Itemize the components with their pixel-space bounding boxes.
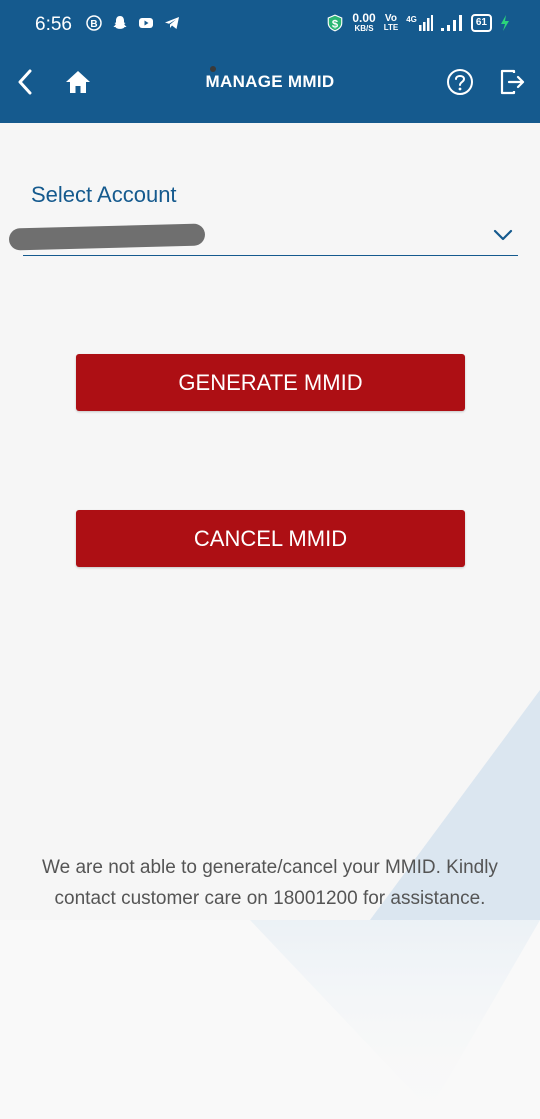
svg-text:$: $ <box>332 18 339 30</box>
volte-top: Vo <box>384 12 397 24</box>
help-button[interactable] <box>444 66 476 98</box>
redacted-account-number <box>8 223 206 251</box>
chevron-down-icon <box>493 229 513 241</box>
status-time: 6:56 <box>35 14 72 35</box>
speed-value: 0.00 <box>352 11 376 25</box>
status-bar: 6:56 B $ 0.00 KB/S Vo LTE 4G 61 <box>0 0 540 50</box>
data-saver-icon: $ <box>328 14 343 31</box>
info-message: We are not able to generate/cancel your … <box>42 857 498 909</box>
notification-icons: B <box>86 15 180 31</box>
cancel-mmid-button[interactable]: CANCEL MMID <box>76 510 465 567</box>
charging-icon <box>501 14 509 31</box>
network-type: 4G <box>406 14 417 24</box>
volte-indicator: Vo LTE <box>383 12 399 32</box>
network-speed: 0.00 KB/S <box>352 12 375 33</box>
signal-group-1: 4G <box>406 14 433 31</box>
select-account-label: Select Account <box>31 182 177 207</box>
logout-icon <box>500 69 525 95</box>
signal-icon <box>440 14 462 31</box>
logout-button[interactable] <box>496 66 528 98</box>
generate-mmid-button[interactable]: GENERATE MMID <box>76 354 465 411</box>
app-header: MANAGE MMID <box>0 50 540 123</box>
b-badge-icon: B <box>86 15 102 31</box>
help-icon <box>447 69 473 95</box>
signal-icon <box>418 14 433 31</box>
account-dropdown[interactable] <box>8 222 518 256</box>
speed-unit: KB/S <box>354 24 374 33</box>
status-right-icons: $ 0.00 KB/S Vo LTE 4G 61 <box>326 12 510 33</box>
youtube-icon <box>139 18 153 28</box>
svg-text:B: B <box>90 19 97 30</box>
volte-bottom: LTE <box>383 22 399 32</box>
telegram-icon <box>165 17 179 29</box>
battery-indicator: 61 <box>470 13 492 32</box>
snapchat-icon <box>113 16 127 29</box>
